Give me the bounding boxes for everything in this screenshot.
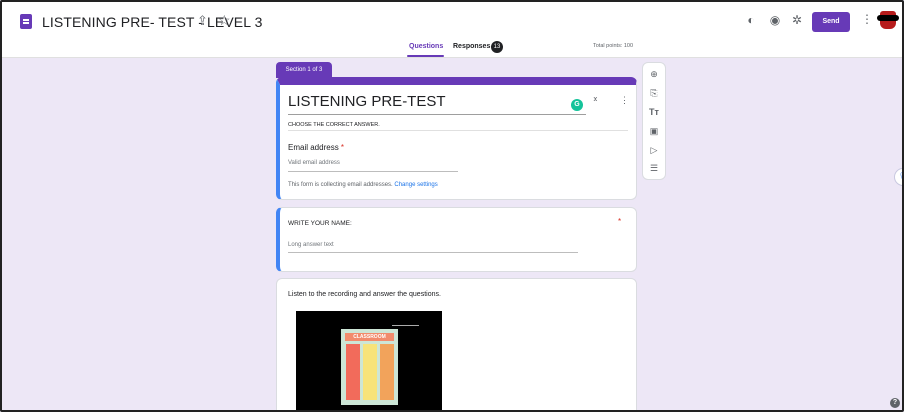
palette-icon[interactable]: ◐	[743, 13, 759, 27]
form-title[interactable]: LISTENING PRE-TEST	[288, 93, 446, 110]
add-video-icon[interactable]: ▷	[643, 145, 665, 156]
classroom-poster-image: CLASSROOM	[341, 329, 398, 405]
email-label-text: Email address	[288, 143, 339, 152]
grammarly-icon[interactable]: G	[571, 99, 583, 111]
send-button[interactable]: Send	[812, 12, 850, 32]
collecting-email-note: This form is collecting email addresses.…	[288, 182, 438, 188]
poster-heading: CLASSROOM	[345, 333, 394, 341]
poster-column	[346, 344, 360, 400]
settings-gear-icon[interactable]: ✲	[789, 13, 805, 27]
forms-editor-window: LISTENING PRE- TEST - LEVEL 3 ⇪ ☆ ◐ ◉ ✲ …	[0, 0, 904, 412]
preview-eye-icon[interactable]: ◉	[767, 13, 783, 27]
email-question-label: Email address *	[288, 143, 344, 152]
title-underline	[288, 114, 586, 115]
add-question-icon[interactable]: ⊕	[643, 69, 665, 80]
section-label: Section 1 of 3	[276, 62, 332, 78]
required-mark: *	[340, 143, 345, 152]
long-answer-underline	[288, 252, 578, 253]
help-icon[interactable]: ?	[890, 398, 900, 408]
long-answer-field: Long answer text	[288, 242, 334, 248]
tab-bar: Questions Responses 13 Total points: 100	[2, 40, 902, 58]
forms-doc-icon[interactable]	[20, 14, 32, 29]
description-underline	[288, 130, 628, 131]
collapse-section-icon[interactable]: ⌄ ⌃	[592, 93, 599, 107]
form-header-card[interactable]: LISTENING PRE-TEST G ⌄ ⌃ ⋮ CHOOSE THE COR…	[276, 77, 637, 200]
video-caption: ▬▬▬▬▬▬▬▬▬	[392, 323, 419, 327]
add-title-icon[interactable]: Tт	[643, 107, 665, 117]
add-image-icon[interactable]: ▣	[643, 126, 665, 137]
question-card-name[interactable]: WRITE YOUR NAME: * Long answer text	[276, 207, 637, 272]
tab-questions[interactable]: Questions	[409, 43, 443, 50]
change-settings-link[interactable]: Change settings	[394, 182, 437, 188]
microphone-icon[interactable]: 🎙	[894, 168, 902, 186]
question-toolbar: ⊕ ⎘ Tт ▣ ▷ ☰	[642, 62, 666, 180]
email-field-underline	[288, 171, 458, 172]
question-title[interactable]: WRITE YOUR NAME:	[288, 220, 352, 227]
form-description[interactable]: CHOOSE THE CORRECT ANSWER.	[288, 122, 380, 128]
required-mark: *	[618, 217, 622, 226]
poster-column	[380, 344, 394, 400]
responses-count-badge: 13	[491, 41, 503, 53]
import-questions-icon[interactable]: ⎘	[643, 88, 665, 99]
star-icon[interactable]: ☆	[218, 12, 231, 29]
video-thumbnail[interactable]: ▬▬▬▬▬▬▬▬▬ CLASSROOM	[296, 311, 442, 410]
tab-responses[interactable]: Responses	[453, 43, 490, 50]
section-more-icon[interactable]: ⋮	[620, 95, 629, 106]
more-vert-icon[interactable]: ⋮	[861, 12, 873, 26]
add-section-icon[interactable]: ☰	[643, 163, 665, 174]
top-bar: LISTENING PRE- TEST - LEVEL 3 ⇪ ☆ ◐ ◉ ✲ …	[2, 2, 902, 58]
video-item-title[interactable]: Listen to the recording and answer the q…	[288, 291, 441, 298]
question-card-video[interactable]: Listen to the recording and answer the q…	[276, 278, 637, 410]
active-tab-indicator	[407, 55, 444, 57]
poster-column	[363, 344, 377, 400]
avatar[interactable]	[877, 11, 899, 29]
total-points: Total points: 100	[593, 43, 634, 49]
collecting-note-text: This form is collecting email addresses.	[288, 182, 393, 188]
move-to-folder-icon[interactable]: ⇪	[197, 13, 208, 29]
email-field[interactable]: Valid email address	[288, 160, 340, 166]
